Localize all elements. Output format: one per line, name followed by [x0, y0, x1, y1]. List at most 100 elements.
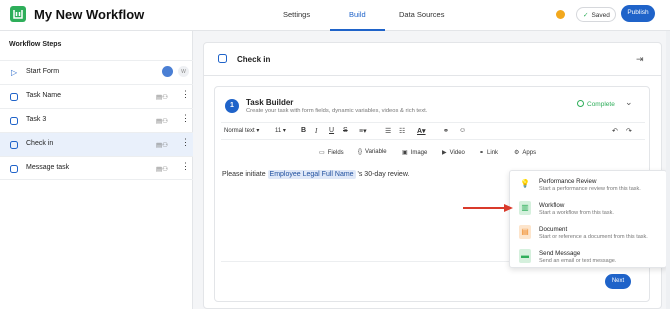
link-icon[interactable]: ⚭ [443, 127, 449, 135]
bold-icon[interactable]: B [301, 127, 306, 134]
strikethrough-icon[interactable]: S [343, 127, 348, 134]
image-icon: ▣ [402, 150, 408, 156]
menu-item-title: Workflow [539, 202, 565, 209]
annotation-arrow-icon [463, 204, 513, 212]
sidebar-item-label: Task 3 [26, 116, 47, 123]
video-icon: ▶ [442, 150, 447, 156]
app-logo-icon [10, 6, 26, 22]
insert-image-label: Image [410, 150, 428, 156]
menu-item-title: Send Message [539, 250, 581, 257]
underline-icon[interactable]: U [329, 127, 334, 134]
apps-dropdown-menu: 💡 Performance Review Start a performance… [509, 170, 667, 268]
task-icon [10, 141, 18, 149]
divider [204, 75, 661, 76]
document-icon: ▤ [519, 225, 531, 239]
menu-item-performance-review[interactable]: 💡 Performance Review Start a performance… [510, 174, 668, 197]
menu-item-title: Performance Review [539, 178, 597, 185]
saved-label: Saved [591, 12, 610, 19]
menu-item-document[interactable]: ▤ Document Start or reference a document… [510, 222, 668, 245]
text-style-select[interactable]: Normal text ▾ [224, 127, 259, 134]
menu-item-workflow[interactable]: ▥ Workflow Start a workflow from this ta… [510, 198, 668, 221]
publish-button[interactable]: Publish [621, 5, 655, 22]
insert-link-label: Link [487, 150, 499, 156]
more-options-icon[interactable]: ⋮ [181, 138, 190, 147]
apps-icon: ⚙ [514, 150, 520, 156]
sidebar-title: Workflow Steps [9, 41, 62, 48]
insert-image-button[interactable]: ▣ Image [402, 149, 427, 156]
assignee-icons: ▤⚇ [156, 142, 168, 149]
editor-content[interactable]: Please initiate Employee Legal Full Name… [222, 170, 410, 179]
step-type-badge: W [178, 66, 189, 77]
insert-video-label: Video [449, 150, 465, 156]
sidebar-item-label: Start Form [26, 68, 60, 75]
top-bar: My New Workflow Settings Build Data Sour… [0, 0, 670, 31]
step-title[interactable]: Check in [237, 55, 270, 64]
align-icon[interactable]: ≡▾ [359, 127, 367, 135]
status-badge: Complete [577, 100, 615, 108]
insert-variable-button[interactable]: {} Variable [358, 149, 387, 155]
menu-item-send-message[interactable]: ▬ Send Message Send an email or text mes… [510, 246, 668, 269]
menu-item-description: Start a workflow from this task. [539, 210, 614, 216]
assignee-icons: ▤⚇ [156, 94, 168, 101]
sidebar-item-label: Check in [26, 140, 54, 147]
active-tab-indicator [330, 29, 385, 31]
task-icon [10, 93, 18, 101]
saved-status: ✓ Saved [576, 7, 616, 22]
italic-icon[interactable]: I [315, 127, 317, 135]
redo-icon[interactable]: ↷ [626, 127, 632, 135]
sidebar-item-label: Message task [26, 164, 70, 171]
tab-settings[interactable]: Settings [283, 10, 310, 19]
collapse-panel-icon[interactable]: ⇥ [636, 54, 644, 65]
step-number-badge: 1 [225, 99, 239, 113]
menu-item-description: Start a performance review from this tas… [539, 186, 641, 192]
more-options-icon[interactable]: ⋮ [181, 114, 190, 123]
insert-link-button[interactable]: ⚭ Link [479, 149, 498, 156]
workflow-steps-sidebar: Workflow Steps ▷ Start Form W Task Name … [0, 31, 193, 309]
sidebar-item-start-form[interactable]: ▷ Start Form W [0, 60, 193, 84]
numbered-list-icon[interactable]: ☷ [399, 127, 405, 135]
task-icon [218, 54, 227, 63]
variable-token[interactable]: Employee Legal Full Name [267, 170, 356, 179]
menu-item-description: Start or reference a document from this … [539, 234, 648, 240]
insert-apps-button[interactable]: ⚙ Apps [514, 149, 536, 156]
sidebar-item-task-name[interactable]: Task Name ▤⚇ ⋮ [0, 84, 193, 108]
bullet-list-icon[interactable]: ☰ [385, 127, 391, 135]
warning-icon[interactable] [556, 10, 565, 19]
play-icon: ▷ [11, 68, 18, 77]
text-color-icon[interactable]: A▾ [417, 127, 426, 135]
tab-data-sources[interactable]: Data Sources [399, 10, 444, 19]
menu-item-description: Send an email or text message. [539, 258, 617, 264]
insert-video-button[interactable]: ▶ Video [442, 149, 465, 156]
task-builder-subtitle: Create your task with form fields, dynam… [246, 108, 428, 114]
sidebar-item-message-task[interactable]: Message task ▤⚇ ⋮ [0, 156, 193, 180]
chevron-down-icon[interactable]: ⌄ [625, 97, 633, 108]
text-style-value: Normal text [224, 128, 255, 134]
sidebar-item-check-in[interactable]: Check in ▤⚇ ⋮ [0, 132, 193, 156]
undo-icon[interactable]: ↶ [612, 127, 618, 135]
more-options-icon[interactable]: ⋮ [181, 90, 190, 99]
insert-fields-label: Fields [327, 150, 344, 156]
fields-icon: ▭ [319, 150, 325, 156]
variable-icon: {} [358, 149, 363, 155]
emoji-icon[interactable]: ☺ [459, 127, 466, 134]
more-options-icon[interactable]: ⋮ [181, 162, 190, 171]
font-size-value: 11 [275, 128, 282, 134]
workflow-title[interactable]: My New Workflow [34, 7, 144, 22]
workflow-icon: ▥ [519, 201, 531, 215]
insert-fields-button[interactable]: ▭ Fields [319, 149, 344, 156]
task-icon [10, 117, 18, 125]
editor-text-before: Please initiate [222, 171, 268, 178]
insert-variable-label: Variable [365, 149, 387, 155]
task-builder-title: Task Builder [246, 98, 294, 107]
scrollbar[interactable] [666, 31, 670, 309]
status-label: Complete [587, 101, 615, 108]
font-size-select[interactable]: 11 ▾ [275, 127, 286, 134]
tab-build[interactable]: Build [349, 10, 366, 19]
next-button[interactable]: Next [605, 274, 631, 289]
sidebar-item-task-3[interactable]: Task 3 ▤⚇ ⋮ [0, 108, 193, 132]
insert-apps-label: Apps [522, 150, 537, 156]
lightbulb-icon: 💡 [520, 179, 530, 188]
avatar [162, 66, 173, 77]
assignee-icons: ▤⚇ [156, 166, 168, 173]
editor-text-after: 's 30-day review. [355, 171, 410, 178]
